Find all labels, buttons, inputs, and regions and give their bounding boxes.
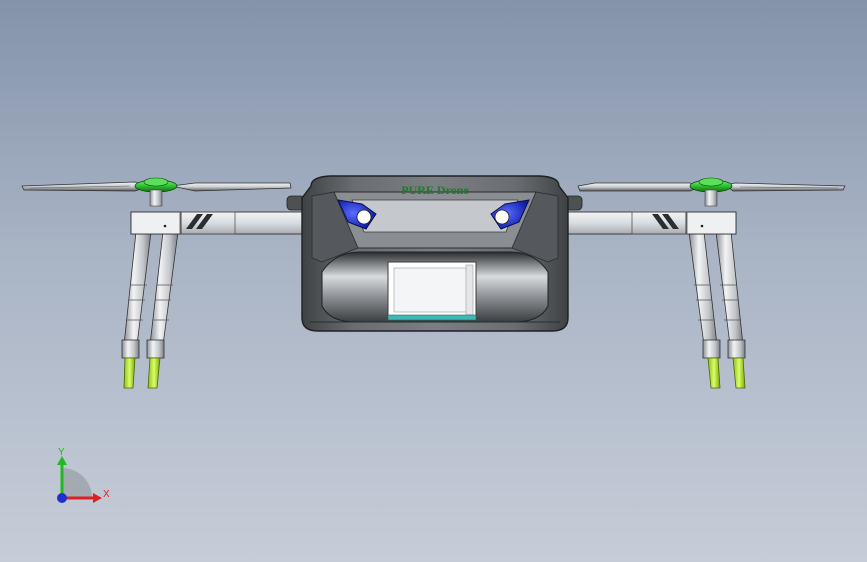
right-arm [555, 211, 737, 235]
left-landing-legs [121, 231, 179, 389]
brand-text: PURE Drone [401, 183, 469, 197]
drone-model[interactable]: PURE Drone Y X [0, 0, 867, 562]
left-motor-hub [134, 177, 178, 207]
cad-viewport[interactable]: PURE Drone Y X [0, 0, 867, 562]
triad-quadrant [62, 468, 92, 498]
z-axis-dot [57, 493, 67, 503]
x-axis-arrowhead [93, 493, 102, 503]
coordinate-triad[interactable]: Y X [57, 447, 110, 503]
right-landing-legs [688, 231, 746, 389]
y-axis-label: Y [58, 447, 65, 458]
right-motor-hub [689, 177, 733, 207]
x-axis-label: X [103, 489, 110, 500]
left-arm [130, 211, 312, 235]
drone-body [301, 175, 569, 332]
